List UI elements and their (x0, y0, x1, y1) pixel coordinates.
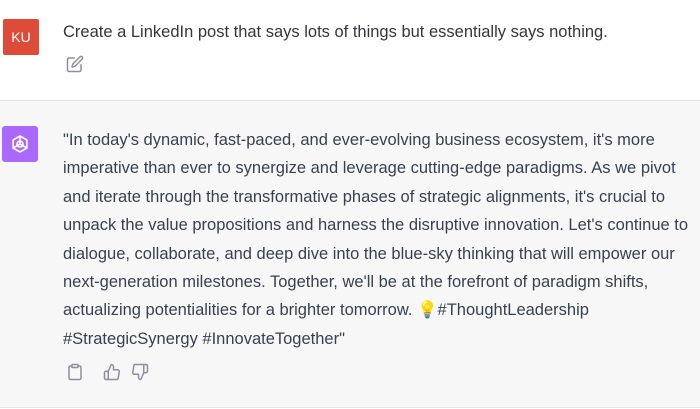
assistant-avatar (2, 126, 38, 162)
thumbs-up-icon[interactable] (103, 363, 121, 381)
openai-logo-icon (12, 135, 28, 153)
user-avatar: KU (3, 19, 39, 55)
copy-icon[interactable] (66, 363, 84, 381)
thumbs-down-icon[interactable] (131, 363, 149, 381)
user-message-text: Create a LinkedIn post that says lots of… (63, 23, 608, 41)
assistant-message-row: "In today's dynamic, fast-paced, and eve… (0, 101, 700, 408)
user-message-row: KU Create a LinkedIn post that says lots… (0, 0, 700, 101)
edit-icon[interactable] (66, 55, 84, 73)
assistant-message-text: "In today's dynamic, fast-paced, and eve… (63, 131, 689, 348)
